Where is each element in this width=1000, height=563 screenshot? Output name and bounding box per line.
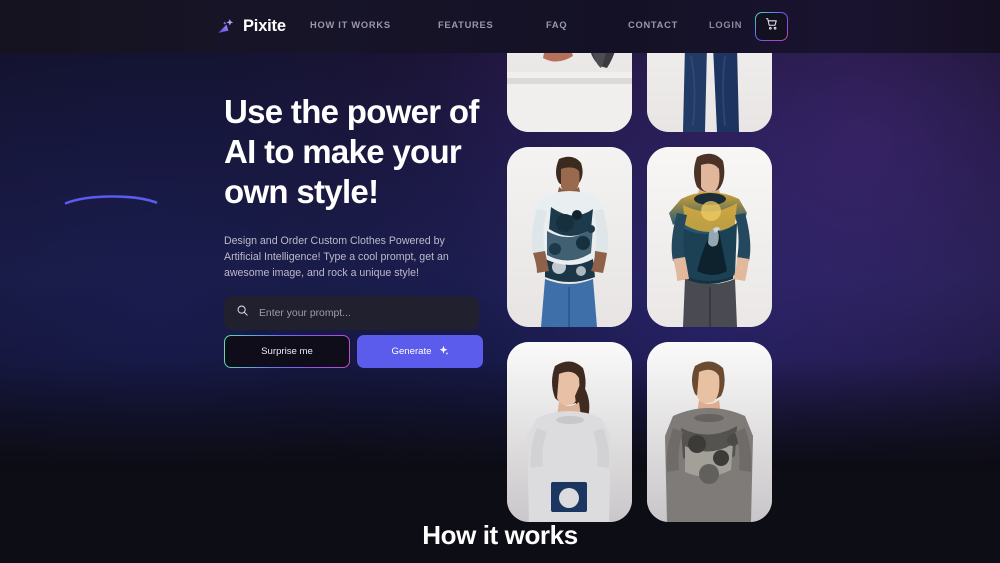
search-icon — [236, 304, 249, 322]
generate-button[interactable]: Generate — [357, 335, 483, 368]
hero-title-line-2: AI to make your — [224, 133, 462, 170]
hero-copy: Use the power of AI to make your own sty… — [224, 92, 494, 281]
nav-item-faq[interactable]: FAQ — [546, 20, 567, 30]
shopping-cart-icon — [765, 17, 779, 36]
brand-name: Pixite — [243, 17, 286, 35]
gallery-image — [507, 147, 632, 327]
hero-title-line-1: Use the power of — [224, 93, 479, 130]
product-gallery — [507, 0, 773, 537]
hero-actions: Surprise me Generate — [224, 335, 483, 368]
hero-title-line-3: own style! — [224, 173, 379, 210]
title-underline-decoration — [64, 192, 158, 206]
landing-page: Pixite HOW IT WORKS FEATURES FAQ CONTACT… — [0, 0, 1000, 563]
gallery-item[interactable] — [507, 342, 632, 522]
nav-item-login[interactable]: LOGIN — [709, 20, 742, 30]
gallery-item[interactable] — [647, 147, 772, 327]
how-it-works-heading: How it works — [422, 520, 578, 550]
gallery-row — [507, 342, 773, 522]
page-title: Use the power of AI to make your own sty… — [224, 92, 494, 212]
surprise-me-button[interactable]: Surprise me — [224, 335, 350, 368]
nav-item-contact[interactable]: CONTACT — [628, 20, 678, 30]
gallery-image — [647, 147, 772, 327]
search-input[interactable] — [259, 307, 467, 319]
site-header: Pixite HOW IT WORKS FEATURES FAQ CONTACT… — [0, 0, 1000, 53]
brand-logo[interactable]: Pixite — [216, 17, 286, 37]
cart-button-inner — [756, 13, 787, 40]
hero-subtitle: Design and Order Custom Clothes Powered … — [224, 235, 449, 279]
sparkle-icon — [438, 345, 449, 359]
generate-button-label: Generate — [391, 346, 432, 357]
nav-item-how-it-works[interactable]: HOW IT WORKS — [310, 20, 391, 30]
gallery-row — [507, 147, 773, 327]
surprise-me-button-label: Surprise me — [225, 336, 349, 367]
nav-item-features[interactable]: FEATURES — [438, 20, 493, 30]
cart-button[interactable] — [755, 12, 788, 41]
gallery-item[interactable] — [507, 147, 632, 327]
gallery-item[interactable] — [647, 342, 772, 522]
gallery-image — [507, 342, 632, 522]
hero-background — [0, 0, 1000, 480]
sparkle-wand-icon — [216, 17, 236, 37]
main-navigation: HOW IT WORKS FEATURES FAQ CONTACT LOGIN — [300, 0, 760, 53]
prompt-input-container[interactable] — [224, 296, 479, 330]
gallery-image — [647, 342, 772, 522]
